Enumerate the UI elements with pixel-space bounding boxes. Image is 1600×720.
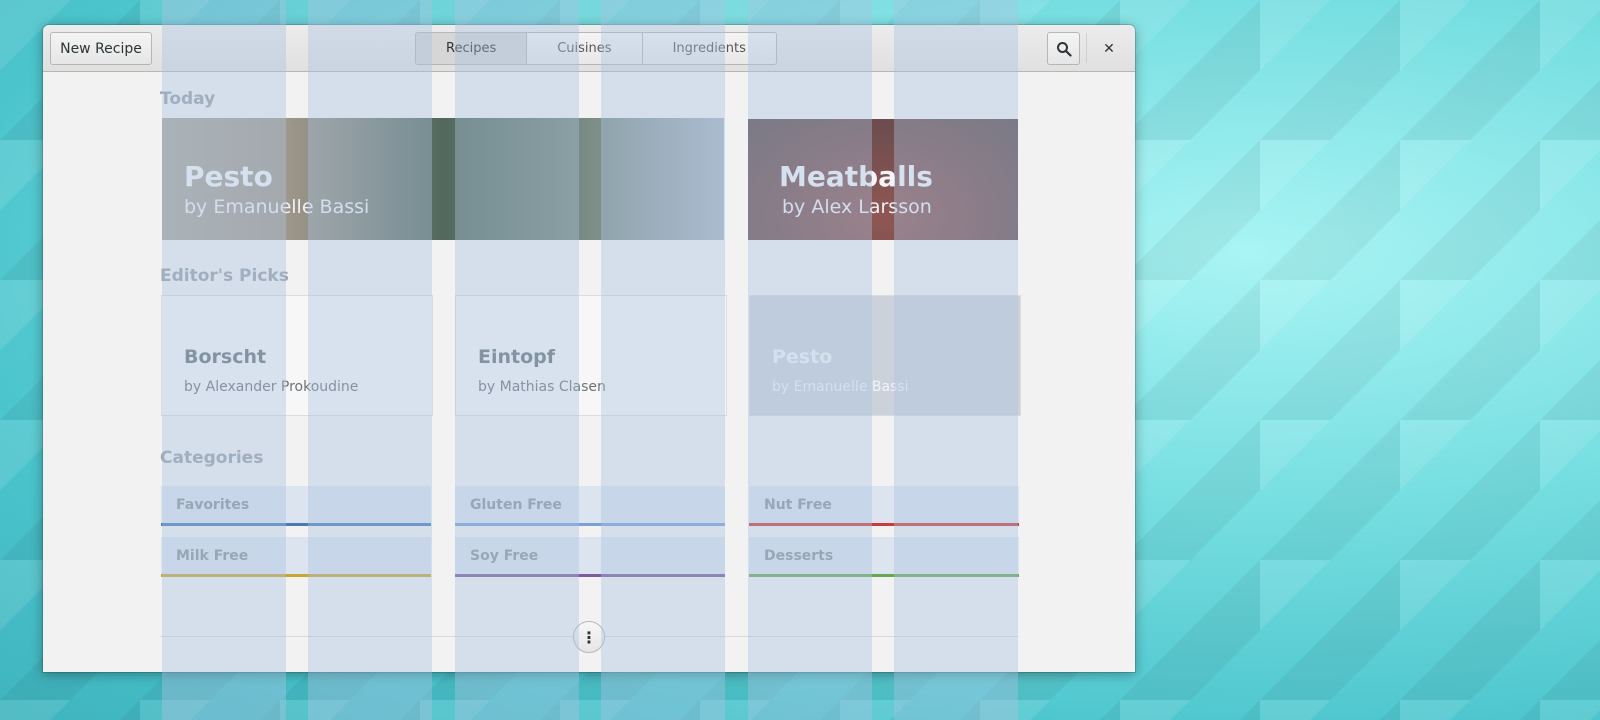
view-switcher: Recipes Cuisines Ingredients [415,32,777,65]
pick-card-borscht[interactable]: Borscht by Alexander Prokoudine [161,295,433,416]
card-author: by Emanuelle Bassi [772,379,909,395]
card-author: by Alex Larsson [782,196,932,218]
category-soy-free[interactable]: Soy Free [455,537,725,577]
tab-recipes[interactable]: Recipes [416,33,528,64]
header-separator [1086,33,1087,63]
header-bar: New Recipe Recipes Cuisines Ingredients … [43,25,1135,72]
pick-card-pesto[interactable]: Pesto by Emanuelle Bassi [749,295,1021,416]
card-title: Borscht [184,346,267,368]
search-icon [1056,41,1072,57]
category-milk-free[interactable]: Milk Free [161,537,431,577]
card-author: by Mathias Clasen [478,379,606,395]
card-title: Pesto [184,160,273,193]
today-heading: Today [160,89,216,109]
category-desserts[interactable]: Desserts [749,537,1019,577]
close-button[interactable]: ✕ [1095,32,1123,65]
card-author: by Alexander Prokoudine [184,379,359,395]
more-button[interactable]: ⋮ [573,621,605,653]
category-nut-free[interactable]: Nut Free [749,486,1019,526]
new-recipe-button[interactable]: New Recipe [50,32,152,65]
category-gluten-free[interactable]: Gluten Free [455,486,725,526]
main-content: Today Pesto by Emanuelle Bassi Meatballs… [43,72,1135,672]
close-icon: ✕ [1103,40,1115,57]
tab-ingredients[interactable]: Ingredients [642,33,776,64]
search-button[interactable] [1047,32,1080,65]
category-favorites[interactable]: Favorites [161,486,431,526]
today-card-meatballs[interactable]: Meatballs by Alex Larsson [748,119,1018,240]
tab-cuisines[interactable]: Cuisines [527,33,643,64]
recipes-window: New Recipe Recipes Cuisines Ingredients … [43,25,1135,672]
today-card-pesto[interactable]: Pesto by Emanuelle Bassi [162,118,724,240]
categories-heading: Categories [160,448,264,468]
card-author: by Emanuelle Bassi [184,196,370,218]
card-title: Pesto [772,346,833,368]
pick-card-eintopf[interactable]: Eintopf by Mathias Clasen [455,295,727,416]
card-title: Eintopf [478,346,556,368]
more-icon: ⋮ [581,627,597,647]
editors-picks-heading: Editor's Picks [160,266,289,286]
card-title: Meatballs [779,160,933,193]
